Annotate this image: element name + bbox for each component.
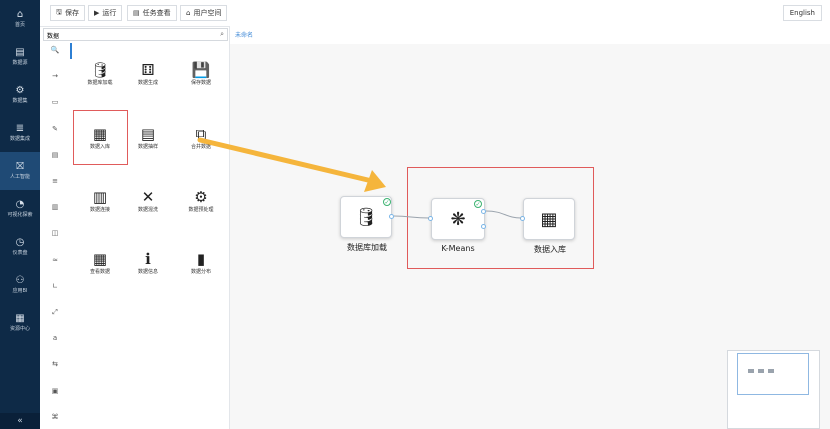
minimap-viewport[interactable] — [737, 353, 809, 395]
minimap-node — [758, 369, 764, 373]
canvas-overlay — [197, 137, 522, 219]
minimap[interactable] — [727, 350, 820, 429]
edge-kmeans-warehouse — [485, 210, 522, 219]
minimap-node — [748, 369, 754, 373]
minimap-node — [768, 369, 774, 373]
annotation-arrow — [197, 137, 375, 184]
edge-load-kmeans — [393, 215, 430, 219]
